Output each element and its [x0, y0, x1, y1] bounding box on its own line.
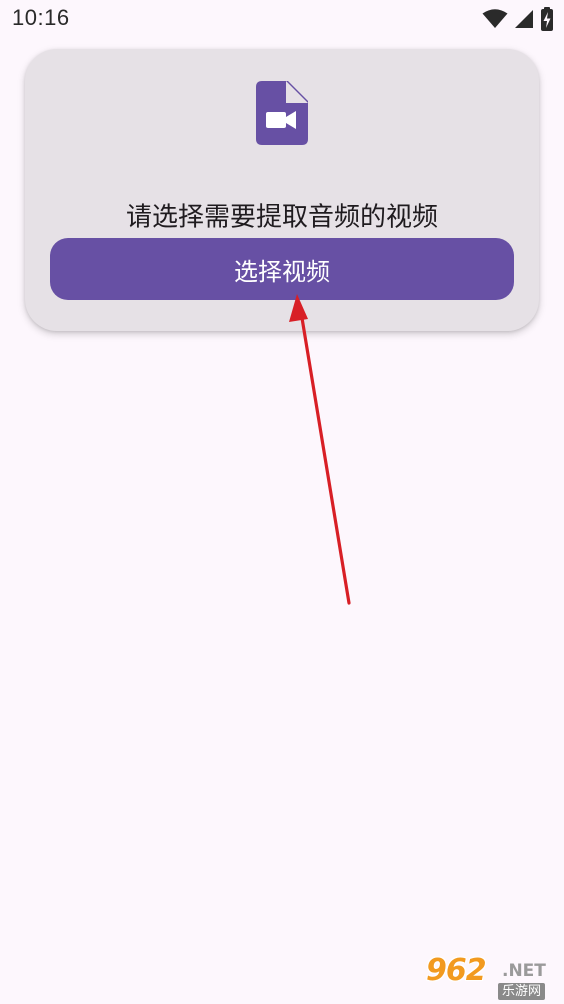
- select-video-button-label: 选择视频: [234, 257, 330, 286]
- wifi-icon: [482, 9, 508, 28]
- battery-charging-icon: [541, 7, 553, 31]
- watermark-number: 962: [426, 953, 487, 988]
- card-prompt: 请选择需要提取音频的视频: [125, 202, 438, 233]
- status-time: 10:16: [12, 5, 70, 30]
- status-bar: 10:16: [0, 0, 564, 40]
- watermark-logo: 962 .NET 乐游网: [424, 953, 560, 1001]
- video-select-card: 请选择需要提取音频的视频 选择视频: [25, 49, 539, 331]
- watermark-subtitle: 乐游网: [498, 983, 546, 1000]
- status-icons: [482, 7, 554, 31]
- cellular-signal-icon: [515, 10, 533, 28]
- video-file-icon: [256, 81, 308, 145]
- select-video-button[interactable]: 选择视频: [50, 238, 514, 300]
- watermark-suffix: .NET: [502, 961, 546, 981]
